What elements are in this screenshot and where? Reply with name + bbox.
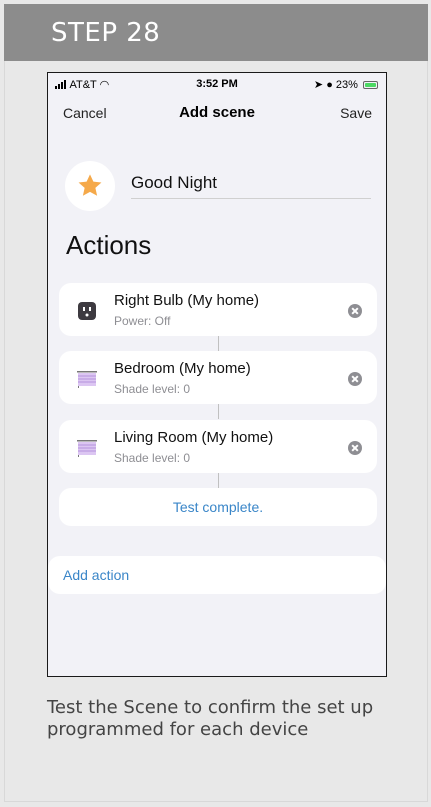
star-icon [78, 174, 102, 196]
scene-icon-button[interactable] [65, 161, 115, 211]
action-status: Shade level: 0 [114, 451, 191, 465]
battery-icon [363, 81, 378, 89]
action-item-bedroom[interactable]: Bedroom (My home) Shade level: 0 [59, 351, 377, 404]
action-name: Bedroom (My home) [114, 360, 251, 377]
action-connector [218, 473, 219, 488]
shade-icon [77, 440, 97, 457]
action-name: Living Room (My home) [114, 429, 274, 446]
status-bar: AT&T ◠ 3:52 PM ➤ ● 23% [48, 73, 386, 95]
remove-action-icon[interactable] [348, 441, 362, 455]
cancel-button[interactable]: Cancel [63, 105, 107, 121]
test-scene-button[interactable]: Test complete. [59, 488, 377, 526]
step-title: STEP 28 [51, 18, 161, 48]
action-connector [218, 336, 219, 351]
add-action-label: Add action [63, 567, 130, 583]
action-connector [218, 404, 219, 419]
action-name: Right Bulb (My home) [114, 292, 260, 309]
add-action-button[interactable]: Add action [48, 556, 386, 594]
location-icon: ➤ [313, 79, 324, 91]
action-status: Shade level: 0 [114, 382, 191, 396]
scene-name-input[interactable]: Good Night [131, 173, 217, 193]
action-item-living-room[interactable]: Living Room (My home) Shade level: 0 [59, 420, 377, 473]
phone-screenshot: AT&T ◠ 3:52 PM ➤ ● 23% Cancel Add scene … [47, 72, 387, 677]
action-status: Power: Off [114, 314, 171, 328]
shade-icon [77, 371, 97, 388]
actions-heading: Actions [66, 230, 152, 260]
step-header: STEP 28 [4, 4, 428, 61]
status-right: ➤ ● 23% [314, 78, 378, 91]
navigation-bar: Cancel Add scene Save [48, 97, 386, 127]
remove-action-icon[interactable] [348, 372, 362, 386]
remove-action-icon[interactable] [348, 304, 362, 318]
name-underline [131, 198, 371, 199]
alarm-icon: ● [326, 79, 333, 91]
battery-percent: 23% [335, 79, 358, 91]
outlet-icon [78, 302, 96, 320]
save-button[interactable]: Save [340, 105, 372, 121]
action-item-right-bulb[interactable]: Right Bulb (My home) Power: Off [59, 283, 377, 336]
step-caption: Test the Scene to confirm the set up pro… [47, 697, 374, 740]
